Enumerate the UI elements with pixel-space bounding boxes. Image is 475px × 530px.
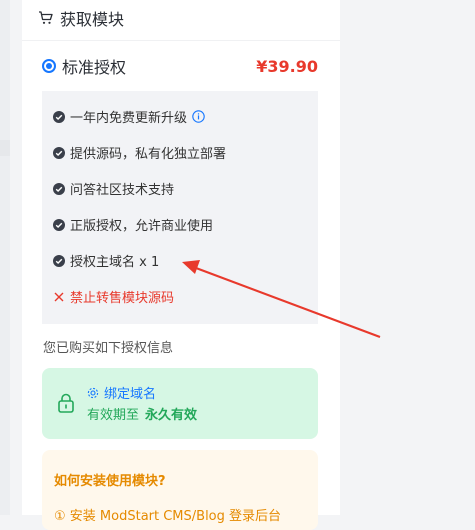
annotation-arrow [182,260,381,339]
arrow-head [182,260,200,274]
arrow-shaft [195,266,381,339]
